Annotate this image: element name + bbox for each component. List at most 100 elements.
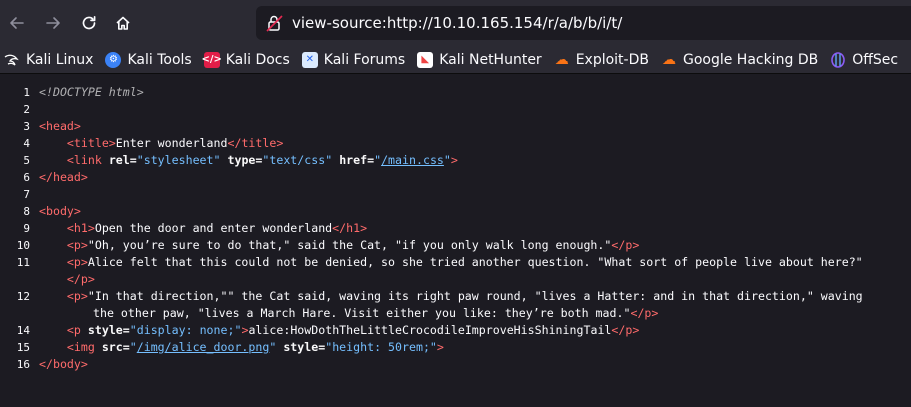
reload-button[interactable] xyxy=(74,8,104,38)
doctype: <!DOCTYPE html> xyxy=(39,85,144,99)
source-line: 8 <body> xyxy=(0,203,911,220)
line-number: 12 xyxy=(16,290,30,303)
source-line: 2 xyxy=(0,101,911,118)
arrow-right-icon xyxy=(46,17,60,29)
line-number: 16 xyxy=(16,358,30,371)
source-line: 16 </body> xyxy=(0,356,911,373)
line-number: 3 xyxy=(23,120,30,133)
p-text: Alice felt that this could not be denied… xyxy=(87,255,863,269)
attr-rel-value: "stylesheet" xyxy=(136,153,221,167)
p-text: "In that direction,"" the Cat said, wavi… xyxy=(87,289,863,303)
line-number: 7 xyxy=(23,188,30,201)
main-css-link[interactable]: /main.css xyxy=(381,153,444,167)
title-open-tag: <title> xyxy=(66,136,116,150)
source-line: 5 <link rel="stylesheet" type="text/css"… xyxy=(0,152,911,169)
p-text-wrapped: the other paw, "lives a March Hare. Visi… xyxy=(93,306,631,320)
attr-type-value: "text/css" xyxy=(262,153,333,167)
source-line: the other paw, "lives a March Hare. Visi… xyxy=(0,305,911,322)
source-line: 7 xyxy=(0,186,911,203)
bookmark-kali-forums[interactable]: ✕ Kali Forums xyxy=(301,51,405,68)
source-line: 4 <title>Enter wonderland</title> xyxy=(0,135,911,152)
line-number: 15 xyxy=(16,341,30,354)
body-open-tag: <body> xyxy=(39,204,81,218)
source-line: 10 <p>"Oh, you’re sure to do that," said… xyxy=(0,237,911,254)
source-line: 12 <p>"In that direction,"" the Cat said… xyxy=(0,288,911,305)
forward-button[interactable] xyxy=(38,8,68,38)
p-open-tag: <p> xyxy=(66,255,88,269)
quote: " xyxy=(269,340,277,354)
line-number: 10 xyxy=(16,239,30,252)
kali-nethunter-icon: ◣ xyxy=(417,51,434,68)
p-open-tag: <p> xyxy=(66,289,88,303)
line-number: 1 xyxy=(23,86,30,99)
head-close-tag: </head> xyxy=(39,170,88,184)
kali-dragon-icon xyxy=(4,52,20,68)
attr-style-value: "display: none;" xyxy=(129,323,242,337)
h1-text: Open the door and enter wonderland xyxy=(94,221,333,235)
source-line: 3 <head> xyxy=(0,118,911,135)
exploit-db-icon: ☁ xyxy=(554,51,569,68)
img-open-tag: <img xyxy=(66,340,95,354)
bookmark-google-hacking-db[interactable]: ☁ Google Hacking DB xyxy=(661,52,818,68)
source-line: 1 <!DOCTYPE html> xyxy=(0,84,911,101)
line-number: 14 xyxy=(16,324,30,337)
bookmark-offsec[interactable]: OffSec xyxy=(830,52,898,68)
line-number xyxy=(0,271,39,288)
line-number: 8 xyxy=(23,205,30,218)
bookmark-kali-docs[interactable]: </> Kali Docs xyxy=(202,51,290,68)
line-number: 11 xyxy=(16,256,30,269)
alice-door-image-link[interactable]: /img/alice_door.png xyxy=(137,340,270,354)
bookmarks-toolbar: Kali Linux ⚙ Kali Tools </> Kali Docs ✕ … xyxy=(0,46,911,74)
insecure-lock-icon[interactable] xyxy=(266,14,284,32)
p-close-tag: </p> xyxy=(630,306,659,320)
h1-open-tag: <h1> xyxy=(66,221,95,235)
body-close-tag: </body> xyxy=(39,357,88,371)
hidden-credentials-text: alice:HowDothTheLittleCrocodileImproveHi… xyxy=(248,323,612,337)
home-button[interactable] xyxy=(108,8,138,38)
p-close-tag: </p> xyxy=(611,323,640,337)
kali-docs-icon: </> xyxy=(202,51,222,68)
url-text[interactable]: view-source:http://10.10.165.154/r/a/b/b… xyxy=(292,14,622,32)
bookmark-kali-linux[interactable]: Kali Linux xyxy=(4,52,93,68)
attr-style: style= xyxy=(87,323,130,337)
h1-close-tag: </h1> xyxy=(332,221,368,235)
ghdb-icon: ☁ xyxy=(661,51,676,68)
source-line: 6 </head> xyxy=(0,169,911,186)
source-line: 15 <img src="/img/alice_door.png" style=… xyxy=(0,339,911,356)
head-open-tag: <head> xyxy=(39,119,81,133)
arrow-left-icon xyxy=(10,17,24,29)
line-number: 9 xyxy=(23,222,30,235)
navigation-toolbar: view-source:http://10.10.165.154/r/a/b/b… xyxy=(0,0,911,46)
source-line: 11 <p>Alice felt that this could not be … xyxy=(0,254,911,271)
reload-icon xyxy=(82,15,96,30)
offsec-icon xyxy=(830,51,846,68)
tag-end: > xyxy=(436,340,444,354)
tag-end: > xyxy=(450,153,458,167)
bookmark-exploit-db[interactable]: ☁ Exploit-DB xyxy=(554,52,649,68)
quote: " xyxy=(129,340,137,354)
bookmark-kali-tools[interactable]: ⚙ Kali Tools xyxy=(105,51,192,68)
line-number: 6 xyxy=(23,171,30,184)
attr-type: type= xyxy=(227,153,263,167)
line-number: 4 xyxy=(23,137,30,150)
home-icon xyxy=(116,16,130,30)
link-open-tag: <link xyxy=(66,153,102,167)
attr-src: src= xyxy=(101,340,130,354)
kali-forums-icon: ✕ xyxy=(301,51,318,68)
line-number: 2 xyxy=(23,103,30,116)
p-open-tag: <p xyxy=(66,323,81,337)
source-view: 1 <!DOCTYPE html> 2 3 <head> 4 <title>En… xyxy=(0,84,911,373)
source-line: 14 <p style="display: none;">alice:HowDo… xyxy=(0,322,911,339)
kali-tools-icon: ⚙ xyxy=(105,51,122,68)
p-close-tag: </p> xyxy=(66,272,95,286)
p-open-tag: <p> xyxy=(66,238,88,252)
back-button[interactable] xyxy=(2,8,32,38)
source-line: </p> xyxy=(0,271,911,288)
line-number xyxy=(0,305,39,322)
attr-style: style= xyxy=(283,340,326,354)
line-number: 5 xyxy=(23,154,30,167)
quote: " xyxy=(443,153,451,167)
bookmark-kali-nethunter[interactable]: ◣ Kali NetHunter xyxy=(417,51,542,68)
url-bar[interactable]: view-source:http://10.10.165.154/r/a/b/b… xyxy=(256,6,911,40)
title-text: Enter wonderland xyxy=(115,136,228,150)
